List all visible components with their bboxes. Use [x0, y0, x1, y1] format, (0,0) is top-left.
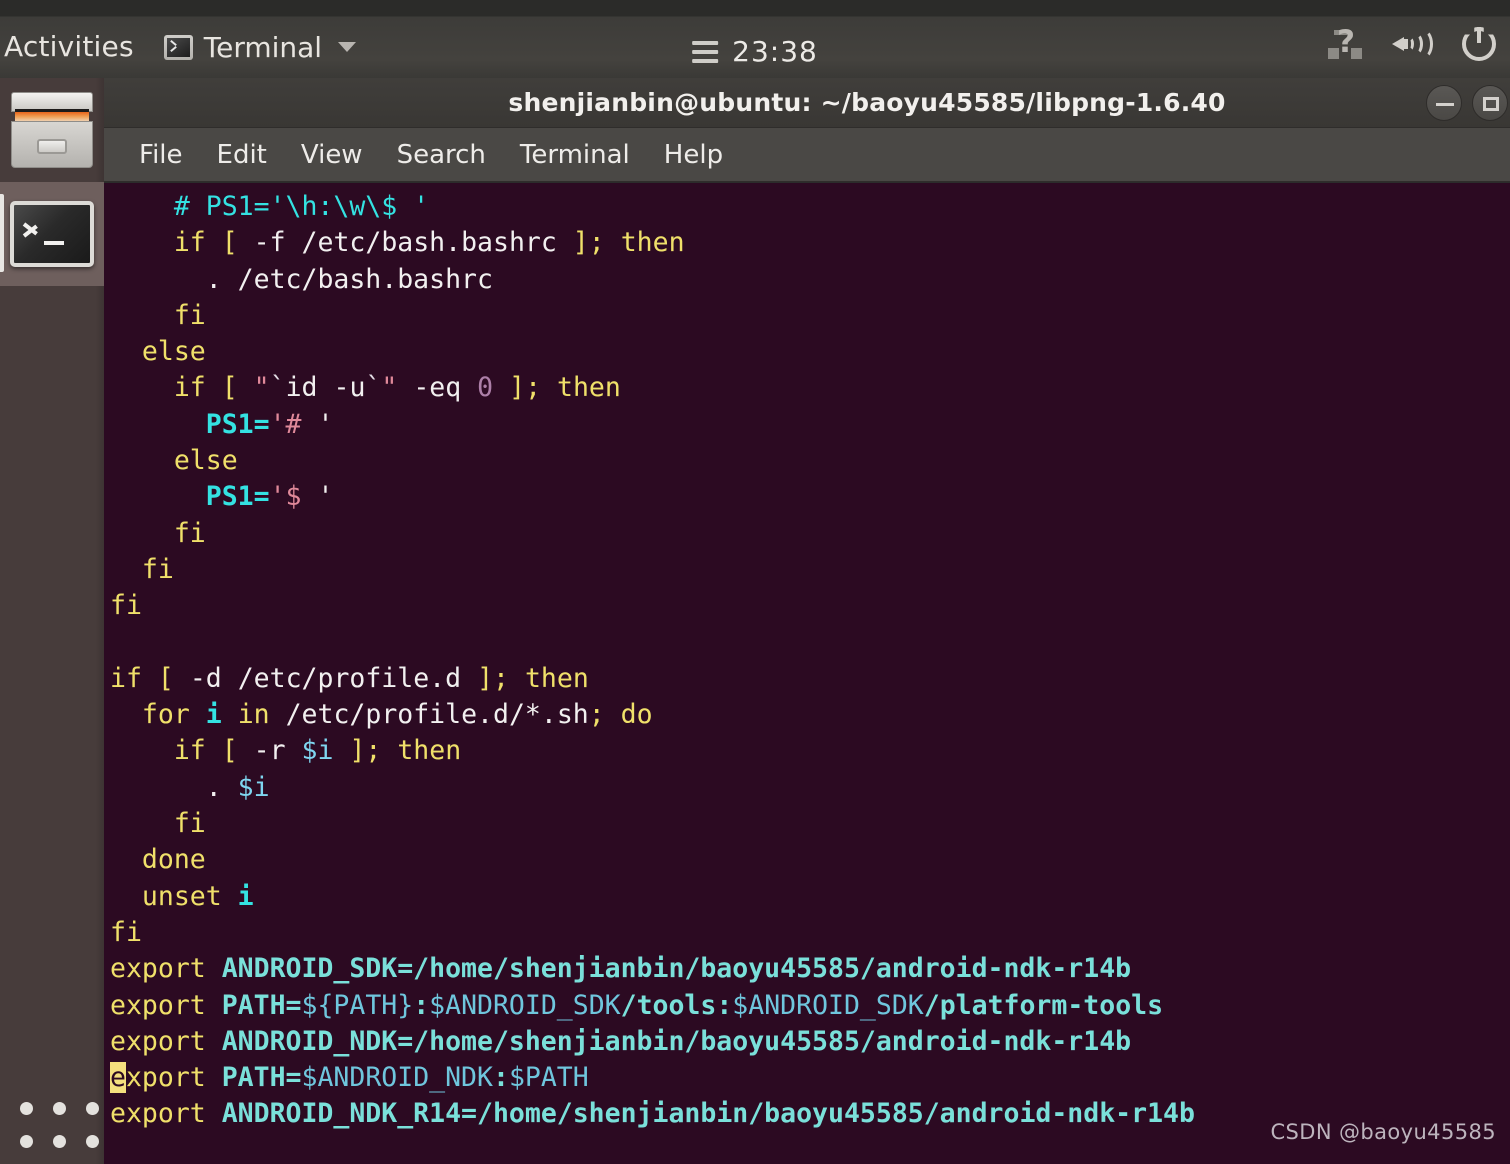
status-area[interactable]: ?	[1328, 26, 1496, 67]
app-menu-button[interactable]: Terminal	[163, 30, 357, 64]
watermark-label: CSDN @baoyu45585	[1270, 1120, 1496, 1144]
dock-item-terminal[interactable]	[0, 182, 104, 286]
hamburger-menu-icon	[692, 40, 719, 63]
terminal-output-area[interactable]: # PS1='\h:\w\$ ' if [ -f /etc/bash.bashr…	[104, 183, 1510, 1164]
desktop-screen: Activities Terminal 23:38 ? shenjianbin@…	[0, 0, 1510, 1164]
clock-label: 23:38	[732, 35, 818, 68]
volume-speaker-icon[interactable]	[1392, 29, 1433, 59]
menu-help[interactable]: Help	[647, 136, 740, 174]
menu-terminal[interactable]: Terminal	[503, 136, 647, 174]
menu-edit[interactable]: Edit	[200, 136, 284, 174]
chevron-down-icon	[338, 42, 357, 52]
show-applications-button[interactable]	[0, 1090, 104, 1164]
menu-bar: File Edit View Search Terminal Help	[104, 128, 1510, 182]
terminal-icon	[163, 34, 193, 60]
window-title: shenjianbin@ubuntu: ~/baoyu45585/libpng-…	[508, 88, 1226, 117]
terminal-icon	[10, 201, 94, 267]
menu-file[interactable]: File	[122, 136, 200, 174]
file-cabinet-icon	[11, 92, 93, 168]
minimize-button[interactable]	[1426, 84, 1462, 121]
clock-menu-button[interactable]: 23:38	[692, 35, 818, 68]
dock-sidebar	[0, 78, 104, 1164]
window-controls	[1426, 84, 1510, 121]
terminal-window: shenjianbin@ubuntu: ~/baoyu45585/libpng-…	[104, 78, 1510, 1164]
dock-item-files[interactable]	[0, 78, 104, 182]
terminal-text: # PS1='\h:\w\$ ' if [ -f /etc/bash.bashr…	[110, 191, 1195, 1130]
window-titlebar[interactable]: shenjianbin@ubuntu: ~/baoyu45585/libpng-…	[104, 78, 1510, 128]
menu-view[interactable]: View	[284, 136, 380, 174]
maximize-button[interactable]	[1472, 84, 1508, 121]
menu-search[interactable]: Search	[380, 136, 503, 174]
grid-dots-icon	[20, 1102, 99, 1148]
app-menu-label: Terminal	[203, 30, 323, 64]
network-unknown-icon[interactable]: ?	[1328, 26, 1362, 60]
activities-button[interactable]: Activities	[0, 16, 150, 78]
gnome-top-bar: Activities Terminal 23:38 ?	[0, 0, 1510, 78]
power-icon[interactable]	[1462, 27, 1496, 61]
